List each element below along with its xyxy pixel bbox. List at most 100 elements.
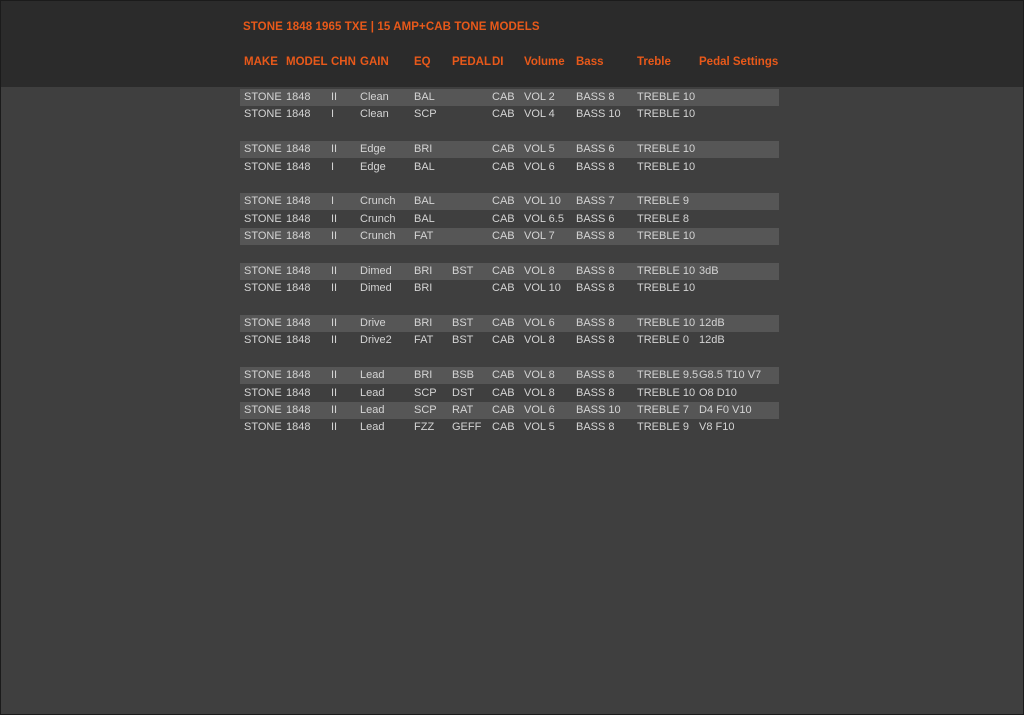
column-header-chn: CHN: [331, 56, 356, 68]
cell-model: 1848: [286, 143, 311, 156]
cell-gain: Drive2: [360, 334, 392, 347]
cell-chn: II: [331, 404, 338, 417]
table-row: STONE 1848 I Edge BAL CAB VOL 6 BASS 8 TREBLE 10: [1, 159, 1023, 176]
cell-model: 1848: [286, 108, 311, 121]
tone-table: STONE 1848 II Clean BAL CAB VOL 2 BASS 8 TREBLE …: [1, 89, 1023, 437]
cell-gain: Crunch: [360, 212, 396, 225]
cell-gain: Clean: [360, 108, 389, 121]
cell-volume: VOL 6.5: [524, 212, 564, 225]
cell-di: CAB: [492, 404, 515, 417]
cell-model: 1848: [286, 91, 311, 103]
table-row: STONE 1848 II Lead BRI BSB CAB VOL 8 BASS 8 TREBL…: [1, 367, 1023, 385]
cell-model: 1848: [286, 282, 311, 295]
cell-eq: BAL: [414, 212, 435, 225]
cell-treble: TREBLE 10: [637, 386, 696, 399]
cell-treble: TREBLE 9: [637, 421, 689, 434]
page-title: STONE 1848 1965 TXE | 15 AMP+CAB TONE MO…: [243, 21, 540, 33]
table-row: STONE 1848 II Dimed BRI CAB VOL 10 BASS 8 TREBLE…: [1, 280, 1023, 297]
cell-eq: FAT: [414, 334, 434, 347]
table-row: STONE 1848 I Crunch BAL CAB VOL 10 BASS 7 TREBLE…: [1, 193, 1023, 211]
column-header-make: MAKE: [244, 56, 278, 68]
cell-di: CAB: [492, 369, 515, 382]
cell-chn: II: [331, 317, 338, 330]
cell-pedal: BST: [452, 264, 474, 277]
cell-chn: II: [331, 212, 338, 225]
cell-volume: VOL 8: [524, 369, 555, 382]
cell-chn: II: [331, 264, 338, 277]
cell-di: CAB: [492, 421, 515, 434]
cell-pedal-settings: D4 F0 V10: [699, 404, 752, 417]
cell-bass: BASS 8: [576, 264, 615, 277]
cell-eq: BRI: [414, 317, 433, 330]
cell-bass: BASS 8: [576, 386, 615, 399]
table-row: STONE 1848 II Edge BRI CAB VOL 5 BASS 6 TREBLE 1…: [1, 141, 1023, 159]
cell-eq: BRI: [414, 282, 433, 295]
table-row: STONE 1848 II Clean BAL CAB VOL 2 BASS 8 TREBLE …: [1, 89, 1023, 106]
cell-chn: II: [331, 282, 338, 295]
cell-di: CAB: [492, 91, 515, 103]
cell-volume: VOL 10: [524, 282, 561, 295]
cell-treble: TREBLE 10: [637, 282, 696, 295]
cell-di: CAB: [492, 160, 515, 173]
cell-model: 1848: [286, 195, 311, 208]
cell-di: CAB: [492, 212, 515, 225]
cell-make: STONE: [244, 404, 282, 417]
cell-volume: VOL 6: [524, 317, 555, 330]
cell-gain: Clean: [360, 91, 389, 103]
cell-make: STONE: [244, 264, 282, 277]
cell-model: 1848: [286, 264, 311, 277]
table-row: STONE 1848 I Clean SCP CAB VOL 4 BASS 10 TREBLE …: [1, 106, 1023, 123]
cell-di: CAB: [492, 334, 515, 347]
cell-treble: TREBLE 9.5: [637, 369, 699, 382]
cell-make: STONE: [244, 282, 282, 295]
cell-volume: VOL 4: [524, 108, 555, 121]
cell-make: STONE: [244, 386, 282, 399]
column-header-bass: Bass: [576, 56, 604, 68]
cell-pedal: BST: [452, 334, 474, 347]
cell-volume: VOL 8: [524, 264, 555, 277]
cell-make: STONE: [244, 334, 282, 347]
cell-volume: VOL 5: [524, 421, 555, 434]
cell-model: 1848: [286, 386, 311, 399]
sheet-page: STONE 1848 1965 TXE | 15 AMP+CAB TONE MO…: [1, 1, 1023, 714]
table-row: STONE 1848 II Drive BRI BST CAB VOL 6 BASS 8 TREB…: [1, 315, 1023, 333]
cell-pedal: GEFF: [452, 421, 482, 434]
cell-make: STONE: [244, 230, 282, 243]
cell-bass: BASS 8: [576, 91, 615, 103]
cell-make: STONE: [244, 195, 282, 208]
cell-volume: VOL 5: [524, 143, 555, 156]
cell-treble: TREBLE 10: [637, 160, 696, 173]
cell-pedal-settings: G8.5 T10 V7: [699, 369, 762, 382]
cell-di: CAB: [492, 317, 515, 330]
cell-volume: VOL 6: [524, 160, 555, 173]
cell-chn: II: [331, 91, 338, 103]
cell-volume: VOL 8: [524, 386, 555, 399]
cell-make: STONE: [244, 143, 282, 156]
cell-pedal-settings: 12dB: [699, 334, 725, 347]
column-header-treble: Treble: [637, 56, 671, 68]
cell-pedal-settings: V8 F10: [699, 421, 735, 434]
cell-model: 1848: [286, 160, 311, 173]
table-row: STONE 1848 II Lead FZZ GEFF CAB VOL 5 BASS 8 TREB…: [1, 419, 1023, 436]
cell-eq: BRI: [414, 264, 433, 277]
cell-chn: II: [331, 369, 338, 382]
cell-chn: II: [331, 143, 338, 156]
column-header-di: DI: [492, 56, 504, 68]
cell-bass: BASS 8: [576, 230, 615, 243]
cell-gain: Dimed: [360, 282, 392, 295]
cell-make: STONE: [244, 212, 282, 225]
cell-chn: II: [331, 230, 338, 243]
column-header-gain: GAIN: [360, 56, 389, 68]
column-header-volume: Volume: [524, 56, 565, 68]
cell-di: CAB: [492, 108, 515, 121]
table-row: STONE 1848 II Crunch BAL CAB VOL 6.5 BASS 6 TREB…: [1, 211, 1023, 228]
cell-chn: II: [331, 334, 338, 347]
cell-di: CAB: [492, 386, 515, 399]
cell-bass: BASS 7: [576, 195, 615, 208]
cell-gain: Crunch: [360, 195, 396, 208]
cell-bass: BASS 8: [576, 282, 615, 295]
cell-gain: Edge: [360, 160, 386, 173]
